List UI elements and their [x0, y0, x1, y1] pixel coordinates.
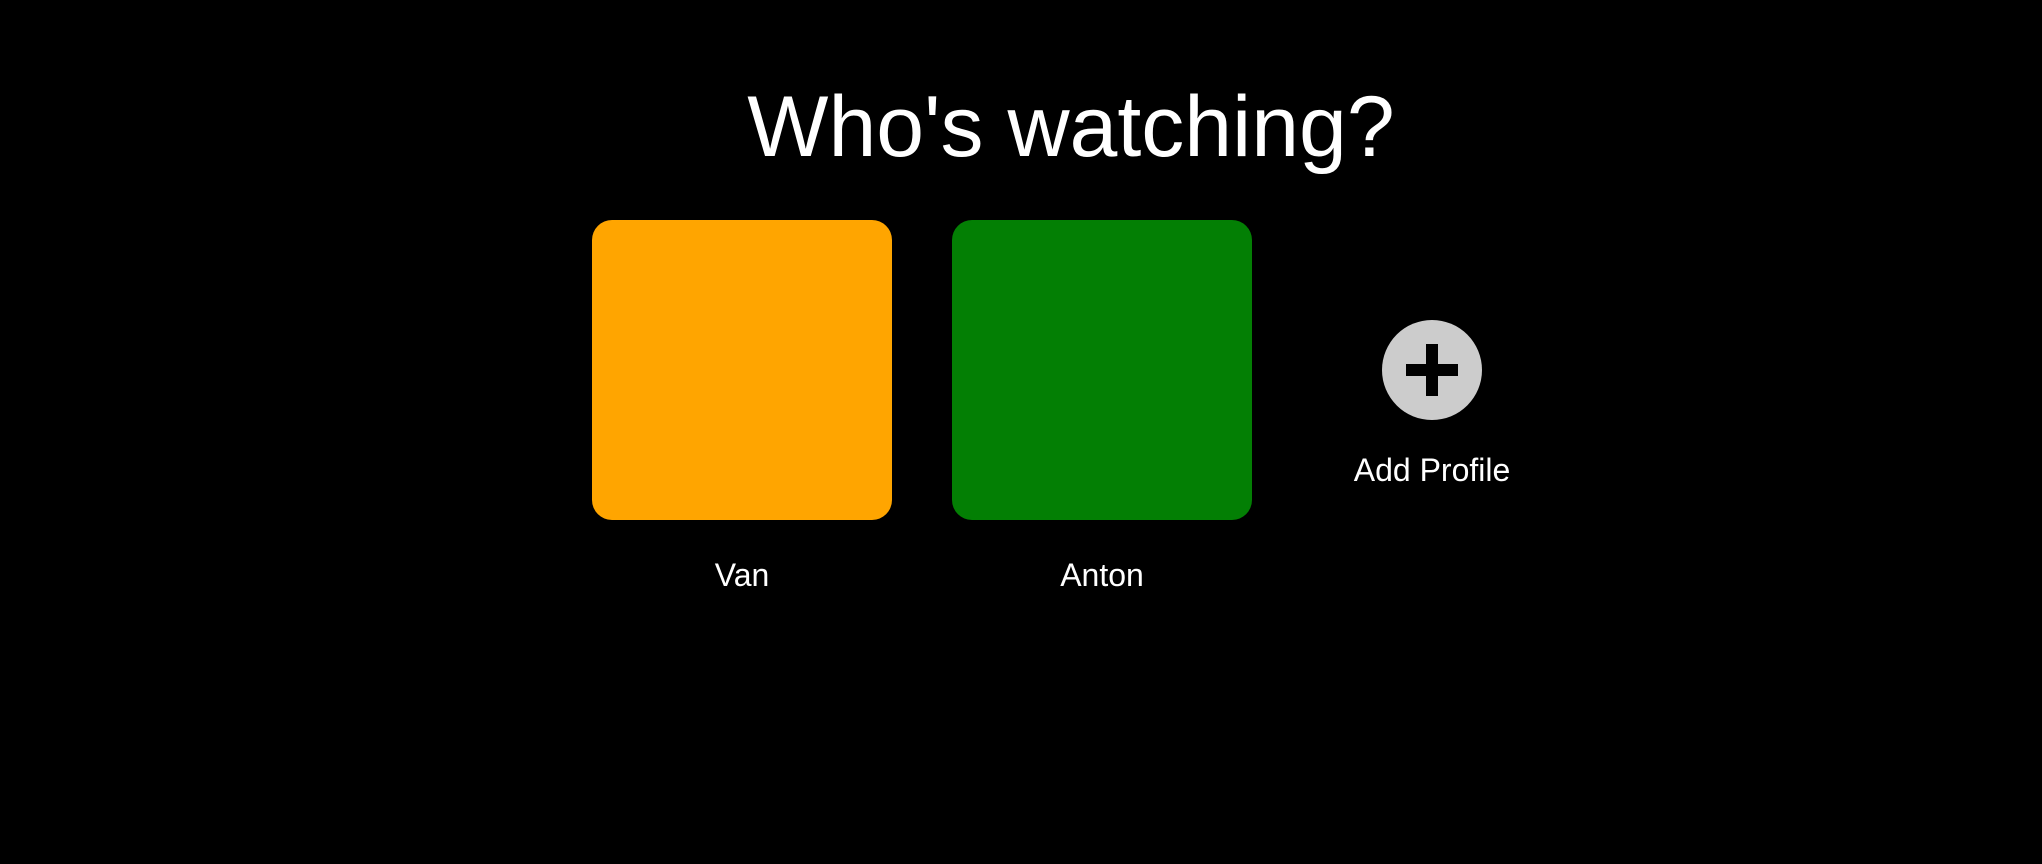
add-profile-button[interactable]: Add Profile [1332, 320, 1532, 490]
plus-icon [1406, 344, 1458, 396]
profile-name[interactable]: Anton [952, 555, 1252, 595]
profile-anton[interactable]: Anton [952, 220, 1252, 595]
profile-selection-screen: Who's watching? Van Anton Add Profile [0, 0, 2042, 864]
add-profile-circle[interactable] [1382, 320, 1482, 420]
page-title: Who's watching? [747, 79, 1395, 175]
profile-van[interactable]: Van [592, 220, 892, 595]
add-profile-label[interactable]: Add Profile [1332, 450, 1532, 490]
profile-avatar[interactable] [592, 220, 892, 520]
profile-avatar[interactable] [952, 220, 1252, 520]
profile-name[interactable]: Van [592, 555, 892, 595]
